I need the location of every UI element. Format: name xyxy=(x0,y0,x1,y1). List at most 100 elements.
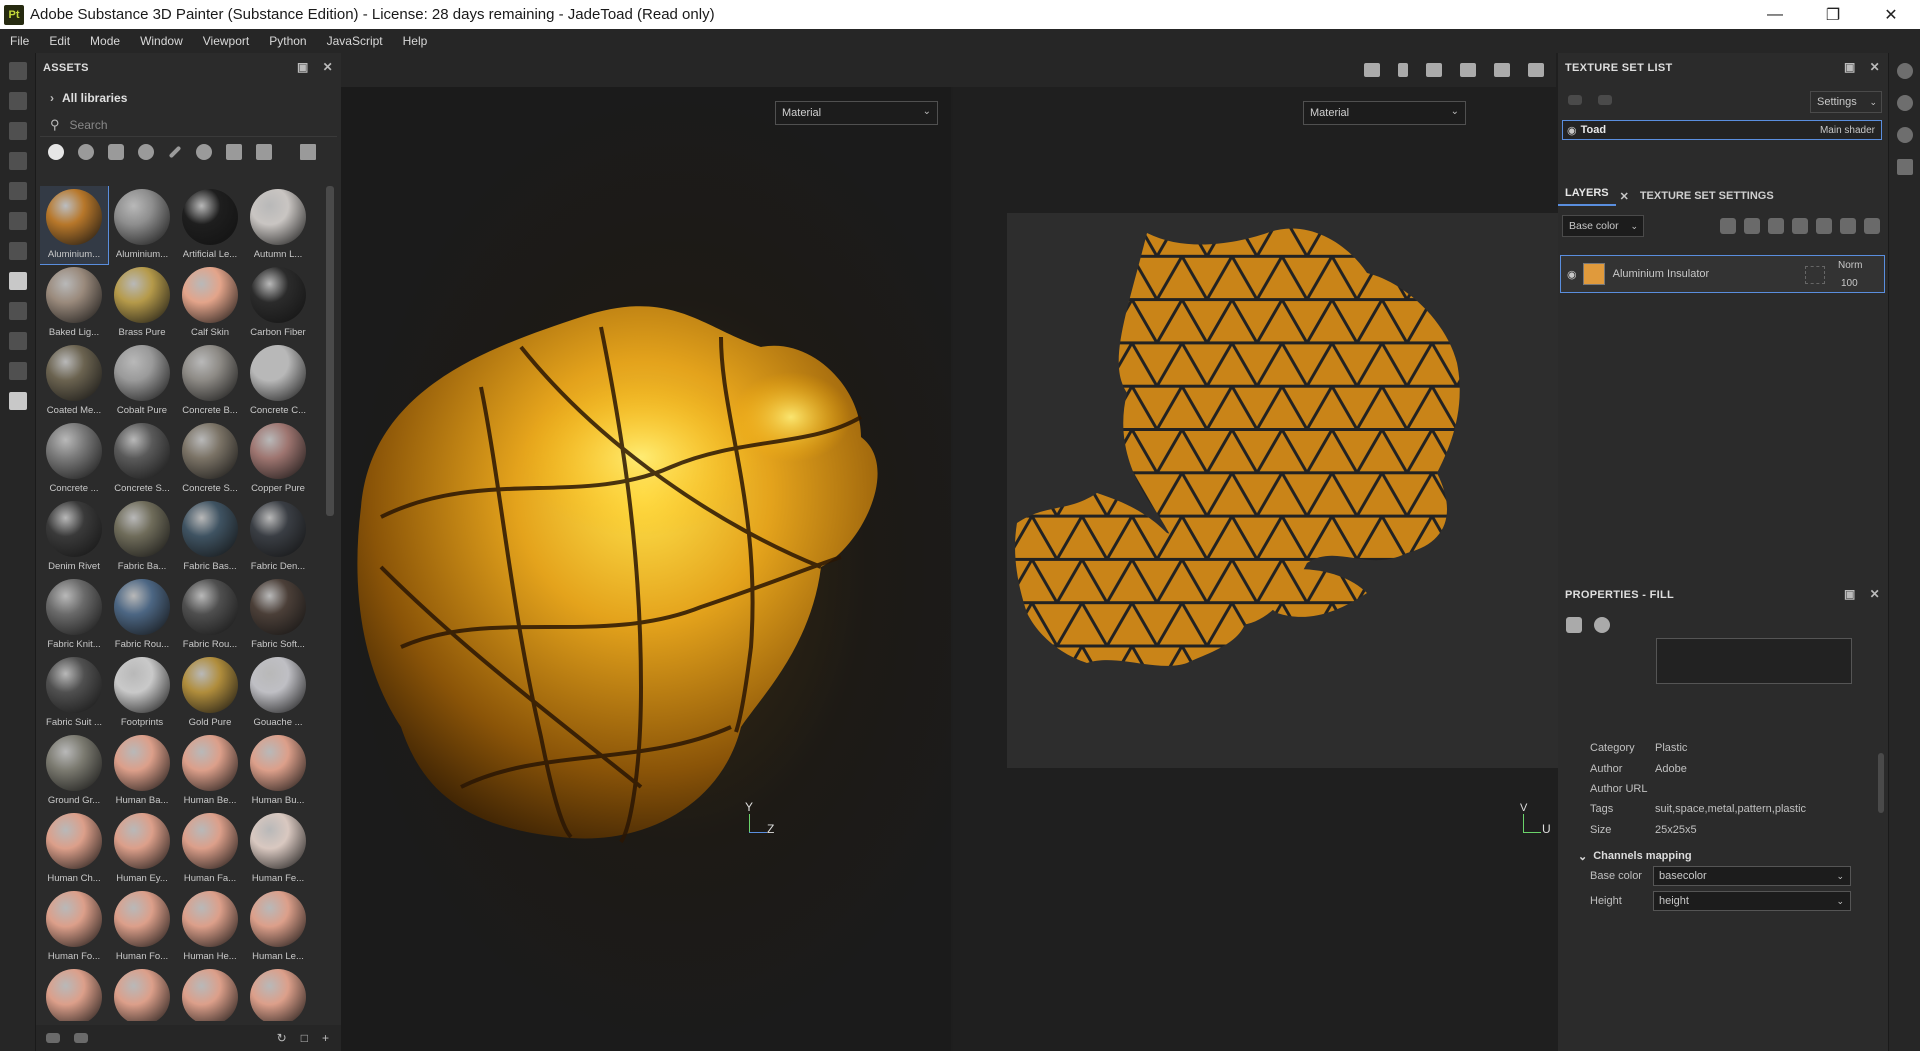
library-breadcrumb[interactable]: › All libraries xyxy=(36,83,341,113)
asset-tile[interactable]: Fabric Rou... xyxy=(108,576,176,654)
height-map-select[interactable]: height ⌄ xyxy=(1653,891,1851,911)
asset-tile[interactable]: Fabric Ba... xyxy=(108,498,176,576)
new-folder-icon[interactable]: □ xyxy=(301,1031,308,1045)
hide-ui-icon[interactable] xyxy=(1364,63,1380,77)
close-panel-icon[interactable]: ✕ xyxy=(1870,60,1880,74)
asset-tile[interactable]: Autumn L... xyxy=(244,186,312,264)
asset-tile[interactable]: Concrete S... xyxy=(176,420,244,498)
asset-tile[interactable]: Carbon Fiber xyxy=(244,264,312,342)
brushes-icon[interactable] xyxy=(168,145,182,159)
add-paint-layer-icon[interactable] xyxy=(1768,218,1784,234)
grid-view-icon[interactable] xyxy=(300,144,316,160)
shader-settings-icon[interactable] xyxy=(1897,95,1913,111)
asset-tile[interactable]: Fabric Bas... xyxy=(176,498,244,576)
history-icon[interactable] xyxy=(1897,127,1913,143)
menu-window[interactable]: Window xyxy=(130,34,193,48)
history-icon[interactable] xyxy=(9,332,27,350)
menu-python[interactable]: Python xyxy=(259,34,316,48)
asset-tile[interactable]: Ground Gr... xyxy=(40,732,108,810)
asset-tile[interactable]: Cobalt Pure xyxy=(108,342,176,420)
asset-tile[interactable]: Fabric Knit... xyxy=(40,576,108,654)
add-effect-icon[interactable] xyxy=(1720,218,1736,234)
mask-slot[interactable] xyxy=(1805,266,1825,284)
search-input[interactable]: Search xyxy=(70,118,108,132)
assets-panel-icon[interactable] xyxy=(9,272,27,290)
add-fill-layer-icon[interactable] xyxy=(1792,218,1808,234)
asset-scrollbar[interactable] xyxy=(326,186,334,516)
show-icon[interactable] xyxy=(1598,95,1612,105)
fill-properties-icon[interactable] xyxy=(1566,617,1582,633)
delete-layer-icon[interactable] xyxy=(1864,218,1880,234)
channels-mapping-header[interactable]: ⌄ Channels mapping xyxy=(1578,850,1692,863)
environment-icon[interactable] xyxy=(256,144,272,160)
refresh-icon[interactable]: ↻ xyxy=(277,1031,287,1045)
list-view-icon[interactable] xyxy=(46,1033,60,1043)
asset-tile[interactable]: Human Ba... xyxy=(108,732,176,810)
viewport-3d[interactable]: Material ⌄ Y Z xyxy=(341,87,951,1051)
asset-tile[interactable]: Fabric Rou... xyxy=(176,576,244,654)
hide-icon[interactable] xyxy=(1568,95,1582,105)
asset-tile[interactable]: Gold Pure xyxy=(176,654,244,732)
camera-icon[interactable] xyxy=(1494,63,1510,77)
menu-viewport[interactable]: Viewport xyxy=(193,34,259,48)
blend-mode[interactable]: Norm xyxy=(1838,260,1862,271)
asset-tile[interactable] xyxy=(40,966,108,1021)
float-panel-icon[interactable]: ▣ xyxy=(297,60,309,74)
patterns-icon[interactable] xyxy=(226,144,242,160)
asset-tile[interactable]: Baked Lig... xyxy=(40,264,108,342)
smudge-tool-icon[interactable] xyxy=(9,182,27,200)
menu-edit[interactable]: Edit xyxy=(39,34,80,48)
asset-tile[interactable]: Aluminium... xyxy=(40,186,109,265)
asset-tile[interactable]: Gouache ... xyxy=(244,654,312,732)
asset-tile[interactable]: Fabric Den... xyxy=(244,498,312,576)
asset-tile[interactable]: Human Bu... xyxy=(244,732,312,810)
asset-tile[interactable]: Aluminium... xyxy=(108,186,176,264)
asset-tile[interactable]: Concrete ... xyxy=(40,420,108,498)
close-button[interactable]: ✕ xyxy=(1862,0,1920,29)
tab-texture-set-settings[interactable]: TEXTURE SET SETTINGS xyxy=(1633,190,1781,202)
asset-tile[interactable]: Human Fa... xyxy=(176,810,244,888)
menu-help[interactable]: Help xyxy=(393,34,438,48)
paint-tool-icon[interactable] xyxy=(9,62,27,80)
tab-layers[interactable]: LAYERS xyxy=(1558,187,1616,206)
eraser-tool-icon[interactable] xyxy=(9,92,27,110)
add-icon[interactable]: + xyxy=(322,1031,329,1045)
asset-tile[interactable]: Human Be... xyxy=(176,732,244,810)
properties-scrollbar[interactable] xyxy=(1878,753,1884,813)
asset-tile[interactable]: Denim Rivet xyxy=(40,498,108,576)
display-mode-icon[interactable] xyxy=(1460,63,1476,77)
pause-icon[interactable] xyxy=(1398,63,1408,77)
shelf-icon[interactable] xyxy=(9,302,27,320)
split-view-icon[interactable] xyxy=(1426,63,1442,77)
asset-search[interactable]: ⚲ Search xyxy=(40,113,337,137)
asset-tile[interactable]: Human Fo... xyxy=(40,888,108,966)
add-folder-icon[interactable] xyxy=(1840,218,1856,234)
asset-tile[interactable]: Concrete S... xyxy=(108,420,176,498)
asset-tile[interactable]: Copper Pure xyxy=(244,420,312,498)
float-panel-icon[interactable]: ▣ xyxy=(1844,587,1856,601)
asset-tile[interactable]: Human He... xyxy=(176,888,244,966)
asset-tile[interactable]: Fabric Soft... xyxy=(244,576,312,654)
texture-set-row[interactable]: ◉ Toad Main shader xyxy=(1562,120,1882,140)
asset-tile[interactable]: Calf Skin xyxy=(176,264,244,342)
settings-dropdown[interactable]: Settings ⌄ xyxy=(1810,91,1882,113)
minimize-button[interactable]: — xyxy=(1746,0,1804,29)
bake-icon[interactable] xyxy=(9,362,27,380)
asset-tile[interactable]: Human Fo... xyxy=(108,888,176,966)
eye-icon[interactable]: ◉ xyxy=(1567,124,1577,137)
asset-tile[interactable]: Human Ey... xyxy=(108,810,176,888)
menu-mode[interactable]: Mode xyxy=(80,34,130,48)
display-settings-icon[interactable] xyxy=(1897,63,1913,79)
asset-tile[interactable]: Footprints xyxy=(108,654,176,732)
asset-tile[interactable] xyxy=(176,966,244,1021)
layer-row[interactable]: ◉ Aluminium Insulator Norm 100 xyxy=(1560,255,1885,293)
asset-tile[interactable]: Concrete B... xyxy=(176,342,244,420)
asset-tile[interactable]: Coated Me... xyxy=(40,342,108,420)
asset-tile[interactable] xyxy=(244,966,312,1021)
log-icon[interactable] xyxy=(1897,159,1913,175)
textures-icon[interactable] xyxy=(196,144,212,160)
smart-masks-icon[interactable] xyxy=(138,144,154,160)
projection-tool-icon[interactable] xyxy=(9,122,27,140)
menu-file[interactable]: File xyxy=(0,34,39,48)
material-properties-icon[interactable] xyxy=(1594,617,1610,633)
